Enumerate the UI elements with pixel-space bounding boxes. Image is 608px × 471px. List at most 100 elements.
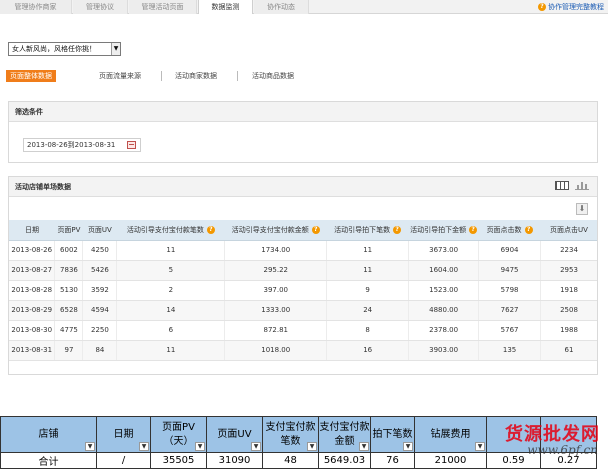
col-order-count: 活动引导拍下笔数? [326,220,409,241]
chart-view-icon[interactable] [575,181,589,190]
filter-dropdown-icon[interactable]: ▼ [403,442,413,451]
filter-dropdown-icon[interactable]: ▼ [359,442,369,451]
col-clicks: 页面点击数? [478,220,541,241]
tab-data-monitor[interactable]: 数据监测 [198,0,253,14]
sheet-col-uv: 页面UV ▼ [206,416,263,453]
sheet-cell[interactable]: 35505 [150,452,207,469]
tab-manage-pages[interactable]: 管理活动页面 [129,0,197,14]
table-cell: 7836 [54,260,84,281]
filter-dropdown-icon[interactable]: ▼ [251,442,261,451]
sheet-col-ad-cost: 钻展费用 ▼ [414,416,487,453]
store-select[interactable]: 女人新风尚，风格任你挑！ ▼ [8,42,121,56]
subnav-traffic-source[interactable]: 页面流量来源 [99,70,141,82]
table-cell: 8 [326,320,410,341]
col-click-uv: 页面点击UV [540,220,597,241]
sheet-cell[interactable]: 76 [370,452,415,469]
filter-title: 筛选条件 [9,102,597,122]
table-cell: 295.22 [224,260,328,281]
subnav-product-data[interactable]: 活动商品数据 [252,70,294,82]
tab-manage-agreements[interactable]: 管理协议 [73,0,128,14]
subnav-page-overall[interactable]: 页面整体数据 [6,70,56,82]
table-cell: 872.81 [224,320,328,341]
table-cell: 6904 [478,240,542,261]
table-cell: 7627 [478,300,542,321]
subnav-merchant-data[interactable]: 活动商家数据 [175,70,217,82]
table-cell: 24 [326,300,410,321]
table-cell: 3903.00 [408,340,480,361]
table-cell: 4250 [82,240,118,261]
date-range-input[interactable]: 2013-08-26到2013-08-31 [23,138,141,152]
table-row: 2013-08-29 6528 4594 14 1333.00 24 4880.00 7627… [9,300,597,321]
sheet-col-order-count: 拍下笔数 ▼ [370,416,415,453]
table-cell: 61 [540,340,597,361]
table-cell: 2508 [540,300,597,321]
divider [237,71,238,81]
filter-dropdown-icon[interactable]: ▼ [307,442,317,451]
sheet-cell[interactable]: 31090 [206,452,263,469]
filter-dropdown-icon[interactable]: ▼ [85,442,95,451]
sheet-cell[interactable]: / [96,452,151,469]
store-data-table: 日期 页面PV 页面UV 活动引导支付宝付款笔数? 活动引导支付宝付款金额? 活… [9,220,597,361]
calendar-icon[interactable] [127,141,136,149]
table-cell: 16 [326,340,410,361]
table-cell: 4880.00 [408,300,480,321]
table-cell: 2250 [82,320,118,341]
col-pv: 页面PV [54,220,83,241]
sheet-col-alipay-count: 支付宝付款笔数 ▼ [262,416,319,453]
watermark-url: www.6pf.cn [527,443,598,457]
table-cell: 2013-08-31 [9,340,56,361]
page: 管理协作商家 管理协议 管理活动页面 数据监测 协作动态 ? 协作管理完整教程 女… [0,0,608,471]
sheet-col-pv: 页面PV（天） ▼ [150,416,207,453]
table-cell: 3592 [82,280,118,301]
table-cell: 6002 [54,240,84,261]
filter-dropdown-icon[interactable]: ▼ [195,442,205,451]
table-cell: 11 [326,260,410,281]
table-cell: 3673.00 [408,240,480,261]
table-cell: 5 [116,260,226,281]
table-cell: 2234 [540,240,597,261]
table-cell: 4775 [54,320,84,341]
sheet-col-date: 日期 ▼ [96,416,151,453]
table-row: 2013-08-28 5130 3592 2 397.00 9 1523.00 5798 191… [9,280,597,301]
table-row: 2013-08-30 4775 2250 6 872.81 8 2378.00 5767 198… [9,320,597,341]
sheet-col-store: 店铺 ▼ [0,416,97,453]
table-row: 2013-08-27 7836 5426 5 295.22 11 1604.00 9475 29… [9,260,597,281]
sheet-cell[interactable]: 合计 [0,452,97,469]
col-date: 日期 [9,220,55,241]
table-cell: 11 [116,240,226,261]
help-icon[interactable]: ? [469,225,478,234]
help-icon[interactable]: ? [393,225,402,234]
filter-dropdown-icon[interactable]: ▼ [139,442,149,451]
table-cell: 11 [326,240,410,261]
store-data-title: 活动店铺单场数据 [9,177,597,197]
table-cell: 2013-08-30 [9,320,56,341]
table-cell: 2013-08-26 [9,240,56,261]
table-cell: 5130 [54,280,84,301]
download-icon[interactable]: ⬇ [576,203,588,215]
sheet-cell[interactable]: 21000 [414,452,487,469]
sheet-col-alipay-amount: 支付宝付款金额 ▼ [318,416,371,453]
store-select-value: 女人新风尚，风格任你挑！ [12,45,96,53]
table-cell: 5798 [478,280,542,301]
help-tutorial-link[interactable]: ? 协作管理完整教程 [538,0,604,14]
help-icon[interactable]: ? [206,225,215,234]
table-cell: 9475 [478,260,542,281]
help-link-label: 协作管理完整教程 [548,3,604,11]
table-cell: 84 [82,340,118,361]
filter-dropdown-icon[interactable]: ▼ [475,442,485,451]
table-cell: 97 [54,340,84,361]
help-icon[interactable]: ? [524,225,533,234]
tab-manage-partners[interactable]: 管理协作商家 [0,0,72,14]
table-cell: 9 [326,280,410,301]
table-cell: 1734.00 [224,240,328,261]
table-cell: 1988 [540,320,597,341]
table-cell: 2378.00 [408,320,480,341]
col-alipay-count: 活动引导支付宝付款笔数? [116,220,225,241]
tab-activity-feed[interactable]: 协作动态 [254,0,309,14]
table-view-icon[interactable] [554,181,569,190]
help-icon[interactable]: ? [311,225,320,234]
sheet-cell[interactable]: 48 [262,452,319,469]
table-cell: 14 [116,300,226,321]
sheet-cell[interactable]: 5649.03 [318,452,371,469]
table-cell: 1333.00 [224,300,328,321]
